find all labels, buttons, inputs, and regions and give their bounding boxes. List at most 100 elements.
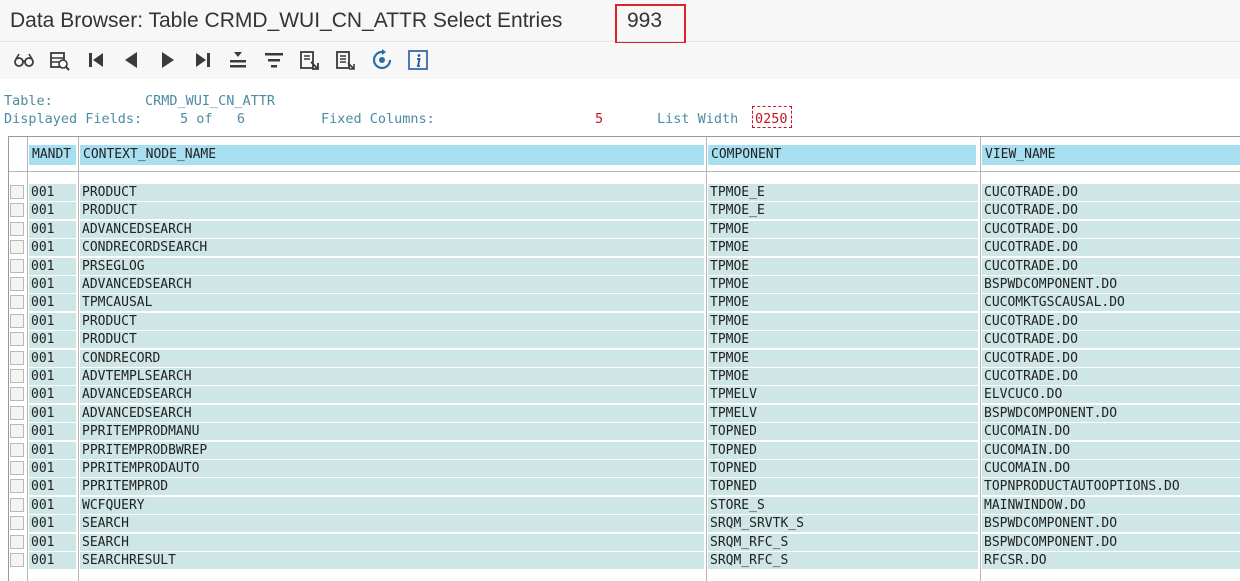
row-select-checkbox[interactable] (10, 185, 24, 199)
row-select-checkbox[interactable] (10, 534, 24, 549)
cell-component[interactable]: TPMOE (708, 349, 978, 367)
cell-mandt[interactable]: 001 (29, 239, 76, 257)
column-header-context-node-name[interactable]: CONTEXT_NODE_NAME (80, 145, 704, 165)
table-row[interactable]: 001 PPRITEMPRODBWREP TOPNED CUCOMAIN.DO (9, 441, 1240, 459)
cell-view-name[interactable]: BSPWDCOMPONENT.DO (982, 276, 1240, 293)
cell-mandt[interactable]: 001 (29, 478, 76, 496)
cell-view-name[interactable]: CUCOTRADE.DO (982, 257, 1240, 275)
cell-component[interactable]: SRQM_RFC_S (708, 533, 978, 551)
row-select-checkbox[interactable] (10, 258, 24, 273)
last-page-icon[interactable] (191, 48, 215, 72)
cell-context-node-name[interactable]: CONDRECORDSEARCH (80, 239, 704, 257)
cell-component[interactable]: TPMOE (708, 239, 978, 257)
export-icon[interactable] (297, 48, 321, 72)
cell-context-node-name[interactable]: ADVANCEDSEARCH (80, 386, 704, 404)
cell-component[interactable]: SRQM_SRVTK_S (708, 515, 978, 533)
table-row[interactable]: 001 ADVANCEDSEARCH TPMELV BSPWDCOMPONENT.DO (9, 404, 1240, 422)
table-row[interactable]: 001 PRODUCT TPMOE_E CUCOTRADE.DO (9, 183, 1240, 201)
row-select-checkbox[interactable] (10, 221, 24, 236)
table-row[interactable]: 001 TPMCAUSAL TPMOE CUCOMKTGSCAUSAL.DO (9, 293, 1240, 312)
row-select-checkbox[interactable] (10, 516, 24, 531)
table-row[interactable]: 001 PPRITEMPRODMANU TOPNED CUCOMAIN.DO (9, 422, 1240, 441)
cell-view-name[interactable]: CUCOTRADE.DO (982, 312, 1240, 330)
cell-view-name[interactable]: CUCOMAIN.DO (982, 460, 1240, 477)
cell-mandt[interactable]: 001 (29, 441, 76, 459)
cell-context-node-name[interactable]: PPRITEMPRODAUTO (80, 460, 704, 477)
cell-context-node-name[interactable]: CONDRECORD (80, 349, 704, 367)
sort-ascending-icon[interactable] (226, 48, 250, 72)
cell-context-node-name[interactable]: PRODUCT (80, 184, 704, 201)
cell-mandt[interactable]: 001 (29, 460, 76, 477)
table-row[interactable]: 001 PRSEGLOG TPMOE CUCOTRADE.DO (9, 257, 1240, 275)
cell-context-node-name[interactable]: PRODUCT (80, 312, 704, 330)
cell-component[interactable]: TOPNED (708, 460, 978, 477)
cell-component[interactable]: TOPNED (708, 478, 978, 496)
table-row[interactable]: 001 ADVANCEDSEARCH TPMOE BSPWDCOMPONENT.DO (9, 275, 1240, 293)
cell-component[interactable]: TPMOE (708, 220, 978, 238)
cell-mandt[interactable]: 001 (29, 404, 76, 422)
first-page-icon[interactable] (84, 48, 108, 72)
cell-view-name[interactable]: CUCOTRADE.DO (982, 239, 1240, 257)
check-table-icon[interactable] (47, 48, 71, 72)
row-select-checkbox[interactable] (10, 387, 24, 402)
row-select-checkbox[interactable] (10, 553, 24, 567)
cell-view-name[interactable]: TOPNPRODUCTAUTOOPTIONS.DO (982, 478, 1240, 496)
cell-context-node-name[interactable]: WCFQUERY (80, 496, 704, 514)
column-header-view-name[interactable]: VIEW_NAME (982, 145, 1240, 165)
row-select-checkbox[interactable] (10, 203, 24, 218)
column-header-component[interactable]: COMPONENT (708, 145, 976, 165)
cell-mandt[interactable]: 001 (29, 368, 76, 385)
print-icon[interactable] (333, 48, 357, 72)
cell-component[interactable]: TPMOE (708, 312, 978, 330)
cell-mandt[interactable]: 001 (29, 552, 76, 569)
cell-view-name[interactable]: CUCOTRADE.DO (982, 184, 1240, 201)
cell-component[interactable]: TPMOE (708, 368, 978, 385)
table-row[interactable]: 001 CONDRECORDSEARCH TPMOE CUCOTRADE.DO (9, 238, 1240, 257)
cell-view-name[interactable]: BSPWDCOMPONENT.DO (982, 515, 1240, 533)
cell-component[interactable]: STORE_S (708, 496, 978, 514)
cell-context-node-name[interactable]: PPRITEMPRODMANU (80, 423, 704, 441)
column-header-mandt[interactable]: MANDT (29, 145, 76, 165)
table-row[interactable]: 001 SEARCH SRQM_SRVTK_S BSPWDCOMPONENT.DO (9, 514, 1240, 533)
cell-context-node-name[interactable]: ADVTEMPLSEARCH (80, 368, 704, 385)
cell-view-name[interactable]: ELVCUCO.DO (982, 386, 1240, 404)
cell-view-name[interactable]: BSPWDCOMPONENT.DO (982, 533, 1240, 551)
cell-component[interactable]: TOPNED (708, 423, 978, 441)
cell-mandt[interactable]: 001 (29, 220, 76, 238)
cell-mandt[interactable]: 001 (29, 515, 76, 533)
cell-view-name[interactable]: CUCOTRADE.DO (982, 331, 1240, 349)
cell-view-name[interactable]: CUCOTRADE.DO (982, 368, 1240, 385)
cell-context-node-name[interactable]: PPRITEMPROD (80, 478, 704, 496)
row-select-checkbox[interactable] (10, 332, 24, 347)
row-select-checkbox[interactable] (10, 295, 24, 310)
cell-component[interactable]: TPMOE_E (708, 202, 978, 220)
cell-component[interactable]: TPMOE (708, 257, 978, 275)
cell-mandt[interactable]: 001 (29, 257, 76, 275)
cell-mandt[interactable]: 001 (29, 496, 76, 514)
row-select-checkbox[interactable] (10, 442, 24, 457)
cell-mandt[interactable]: 001 (29, 294, 76, 312)
cell-context-node-name[interactable]: ADVANCEDSEARCH (80, 220, 704, 238)
cell-context-node-name[interactable]: PRODUCT (80, 331, 704, 349)
cell-view-name[interactable]: CUCOMAIN.DO (982, 441, 1240, 459)
cell-context-node-name[interactable]: TPMCAUSAL (80, 294, 704, 312)
cell-context-node-name[interactable]: ADVANCEDSEARCH (80, 404, 704, 422)
cell-mandt[interactable]: 001 (29, 533, 76, 551)
glasses-icon[interactable] (12, 48, 36, 72)
cell-view-name[interactable]: RFCSR.DO (982, 552, 1240, 569)
cell-context-node-name[interactable]: PRSEGLOG (80, 257, 704, 275)
cell-mandt[interactable]: 001 (29, 202, 76, 220)
cell-component[interactable]: TPMOE_E (708, 184, 978, 201)
table-row[interactable]: 001 PRODUCT TPMOE_E CUCOTRADE.DO (9, 201, 1240, 220)
cell-component[interactable]: TOPNED (708, 441, 978, 459)
cell-mandt[interactable]: 001 (29, 184, 76, 201)
cell-mandt[interactable]: 001 (29, 386, 76, 404)
previous-page-icon[interactable] (119, 48, 143, 72)
row-select-checkbox[interactable] (10, 497, 24, 512)
next-page-icon[interactable] (156, 48, 180, 72)
table-row[interactable]: 001 WCFQUERY STORE_S MAINWINDOW.DO (9, 496, 1240, 514)
cell-view-name[interactable]: BSPWDCOMPONENT.DO (982, 404, 1240, 422)
fixed-columns-value[interactable]: 5 (595, 111, 603, 127)
table-row[interactable]: 001 ADVANCEDSEARCH TPMOE CUCOTRADE.DO (9, 220, 1240, 238)
row-select-checkbox[interactable] (10, 277, 24, 291)
